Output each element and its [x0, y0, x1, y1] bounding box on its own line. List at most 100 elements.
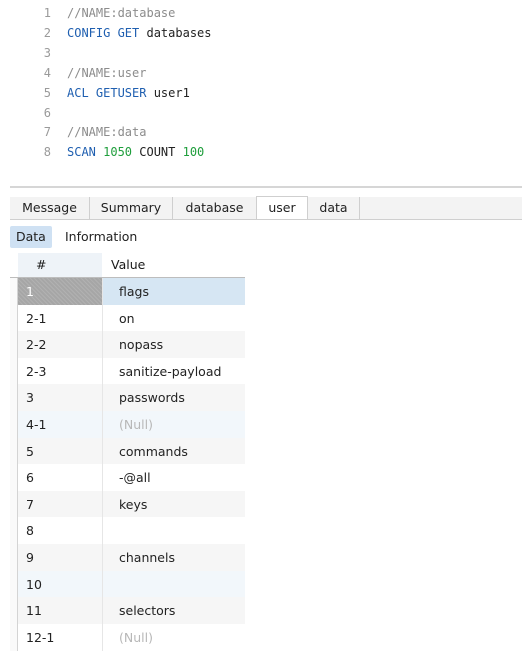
code-token: //NAME:user — [67, 65, 147, 80]
cell-number[interactable]: 3 — [26, 384, 110, 411]
table-row[interactable]: 1 flags — [10, 278, 245, 305]
column-header-value[interactable]: Value — [102, 253, 245, 277]
cell-value[interactable]: on — [111, 305, 245, 332]
table-row[interactable]: 2-2 nopass — [10, 331, 245, 359]
grid-header: # Value — [10, 253, 245, 278]
cell-number[interactable]: 11 — [26, 597, 110, 624]
tab-database[interactable]: database — [173, 197, 257, 219]
tab-message[interactable]: Message — [10, 197, 90, 219]
cell-number[interactable]: 6 — [26, 464, 110, 491]
code-token: //NAME:data — [67, 125, 147, 140]
subtab-data[interactable]: Data — [10, 226, 52, 248]
code-line[interactable]: 8 SCAN 1050 COUNT 100 — [0, 143, 522, 162]
code-line[interactable]: 4 //NAME:user — [0, 64, 522, 83]
column-divider — [102, 464, 103, 492]
cell-number[interactable]: 8 — [26, 517, 110, 544]
code-text: ACL GETUSER user1 — [67, 84, 190, 103]
code-token: 100 — [182, 145, 205, 160]
tab-user[interactable]: user — [256, 196, 308, 219]
row-indicator[interactable] — [10, 278, 18, 305]
row-indicator[interactable] — [10, 357, 18, 385]
code-token: COUNT — [132, 145, 183, 160]
table-row[interactable]: 6 -@all — [10, 464, 245, 492]
sql-editor[interactable]: 1 //NAME:database 2 CONFIG GET databases 3 4 /… — [0, 0, 522, 186]
cell-value[interactable]: -@all — [111, 464, 245, 491]
column-divider — [102, 490, 103, 518]
line-number: 8 — [43, 145, 51, 160]
cell-value[interactable]: (Null) — [111, 624, 245, 651]
row-indicator[interactable] — [10, 437, 18, 465]
cell-number[interactable]: 5 — [26, 438, 110, 465]
row-indicator[interactable] — [10, 464, 18, 492]
tab-data[interactable]: data — [308, 197, 360, 219]
code-line[interactable]: 3 — [0, 44, 522, 63]
cell-number[interactable]: 12-1 — [26, 624, 110, 651]
row-indicator[interactable] — [10, 411, 18, 438]
cell-value[interactable]: flags — [111, 278, 245, 305]
line-number: 4 — [43, 65, 51, 80]
subtab-information[interactable]: Information — [59, 226, 143, 248]
code-token: user1 — [153, 85, 190, 100]
code-line[interactable]: 2 CONFIG GET databases — [0, 24, 522, 43]
line-number: 5 — [43, 85, 51, 100]
row-indicator[interactable] — [10, 544, 18, 571]
cell-number[interactable]: 10 — [26, 571, 110, 598]
column-divider — [102, 304, 103, 332]
cell-number[interactable]: 2-1 — [26, 305, 110, 332]
row-indicator[interactable] — [10, 623, 18, 651]
line-number: 1 — [43, 6, 51, 20]
cell-number[interactable]: 2-2 — [26, 331, 110, 358]
table-row[interactable]: 9 channels — [10, 544, 245, 571]
cell-number[interactable]: 9 — [26, 544, 110, 571]
cell-number[interactable]: 4-1 — [26, 411, 110, 438]
table-row[interactable]: 7 keys — [10, 490, 245, 518]
table-row[interactable]: 2-3 sanitize-payload — [10, 357, 245, 385]
cell-value[interactable]: sanitize-payload — [111, 358, 245, 385]
row-indicator[interactable] — [10, 490, 18, 518]
column-divider — [102, 623, 103, 651]
code-line[interactable]: 1 //NAME:database — [0, 4, 522, 23]
column-divider — [102, 278, 103, 305]
tab-summary[interactable]: Summary — [90, 197, 173, 219]
table-row[interactable]: 10 — [10, 570, 245, 598]
column-divider — [102, 570, 103, 598]
cell-value[interactable] — [111, 571, 245, 598]
line-number: 6 — [43, 105, 51, 120]
table-row[interactable]: 2-1 on — [10, 304, 245, 332]
cell-number[interactable]: 7 — [26, 491, 110, 518]
table-row[interactable]: 11 selectors — [10, 597, 245, 625]
column-divider — [102, 517, 103, 545]
table-row[interactable]: 4-1 (Null) — [10, 411, 245, 438]
cell-value[interactable]: (Null) — [111, 411, 245, 438]
row-indicator[interactable] — [10, 331, 18, 359]
code-text: //NAME:database — [67, 4, 175, 23]
column-header-number[interactable]: # — [18, 253, 102, 277]
code-line[interactable]: 7 //NAME:data — [0, 123, 522, 142]
table-row[interactable]: 12-1 (Null) — [10, 623, 245, 651]
cell-value[interactable] — [111, 517, 245, 544]
row-indicator[interactable] — [10, 517, 18, 545]
row-indicator[interactable] — [10, 304, 18, 332]
row-indicator[interactable] — [10, 597, 18, 625]
cell-value[interactable]: passwords — [111, 384, 245, 411]
code-token: //NAME:database — [67, 6, 176, 20]
code-line[interactable]: 6 — [0, 104, 522, 123]
cell-number[interactable]: 2-3 — [26, 358, 110, 385]
editor-results-splitter[interactable] — [10, 186, 522, 188]
column-divider — [102, 331, 103, 359]
code-token: SCAN — [67, 145, 104, 160]
cell-value[interactable]: channels — [111, 544, 245, 571]
cell-value[interactable]: selectors — [111, 597, 245, 624]
code-token: databases — [146, 25, 212, 40]
code-token: CONFIG GET — [67, 25, 147, 40]
table-row[interactable]: 5 commands — [10, 437, 245, 465]
cell-value[interactable]: keys — [111, 491, 245, 518]
table-row[interactable]: 8 — [10, 517, 245, 545]
code-line[interactable]: 5 ACL GETUSER user1 — [0, 84, 522, 103]
table-row[interactable]: 3 passwords — [10, 384, 245, 412]
row-indicator[interactable] — [10, 570, 18, 598]
cell-number[interactable]: 1 — [26, 278, 110, 305]
row-indicator[interactable] — [10, 384, 18, 412]
cell-value[interactable]: nopass — [111, 331, 245, 358]
cell-value[interactable]: commands — [111, 438, 245, 465]
